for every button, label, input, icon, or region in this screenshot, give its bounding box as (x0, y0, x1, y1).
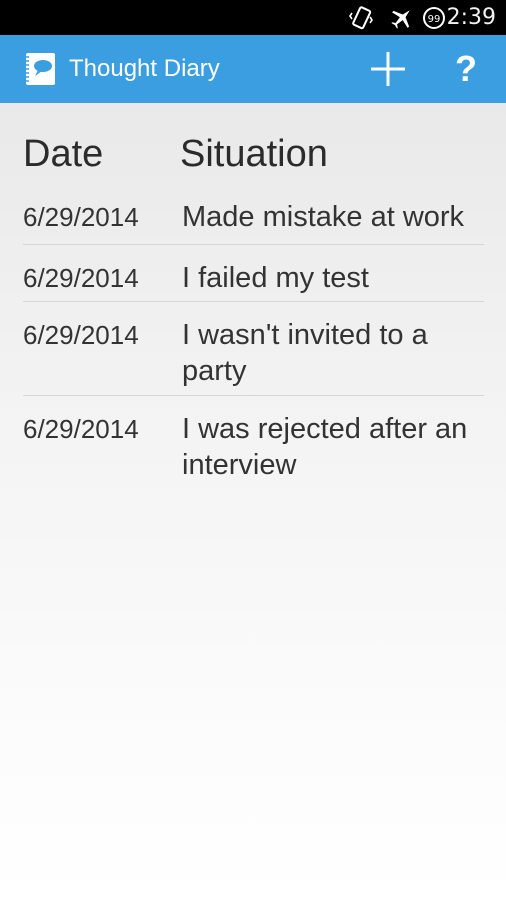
airplane-mode-icon (391, 10, 410, 29)
entry-situation: Made mistake at work (182, 201, 465, 233)
entry-date: 6/29/2014 (23, 263, 139, 293)
vibrate-icon (349, 6, 373, 30)
table-row[interactable]: 6/29/2014 I wasn't invited to a party (23, 302, 484, 396)
notebook-chat-icon[interactable] (22, 51, 58, 87)
table-header: Date Situation (23, 103, 484, 199)
entry-date: 6/29/2014 (23, 414, 139, 444)
table-row[interactable]: 6/29/2014 Made mistake at work (23, 199, 484, 245)
entry-situation: I failed my test (182, 262, 369, 294)
status-bar: 99 2:39 (0, 0, 506, 35)
thought-table: Date Situation 6/29/2014 Made mistake at… (23, 103, 484, 489)
entry-date: 6/29/2014 (23, 320, 139, 350)
content-area: Date Situation 6/29/2014 Made mistake at… (0, 103, 506, 900)
app-title: Thought Diary (69, 55, 220, 82)
table-row[interactable]: 6/29/2014 I was rejected after an interv… (23, 396, 484, 489)
entry-situation: I was rejected after an interview (182, 413, 468, 481)
entry-situation: I wasn't invited to a party (182, 319, 428, 387)
action-bar: Thought Diary ? (0, 35, 506, 103)
column-header-date: Date (23, 133, 104, 175)
notification-count-icon: 99 (423, 7, 445, 29)
notification-count: 99 (428, 14, 441, 25)
column-header-situation: Situation (180, 133, 328, 175)
plus-icon[interactable] (366, 47, 410, 91)
table-row[interactable]: 6/29/2014 I failed my test (23, 245, 484, 302)
status-clock: 2:39 (446, 5, 496, 30)
help-button[interactable]: ? (446, 47, 486, 91)
entry-date: 6/29/2014 (23, 202, 139, 232)
